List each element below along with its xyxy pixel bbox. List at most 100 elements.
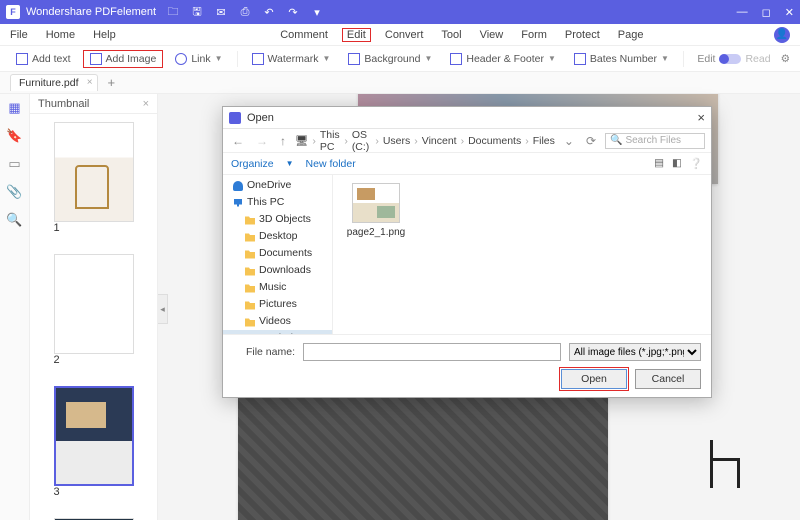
- mode-edit-label: Edit: [697, 53, 715, 65]
- edit-read-toggle[interactable]: [719, 54, 741, 64]
- organize-menu[interactable]: Organize: [231, 158, 274, 170]
- link-icon: [175, 53, 187, 65]
- file-item[interactable]: page2_1.png: [341, 183, 411, 238]
- rail-search-icon[interactable]: 🔍: [7, 212, 23, 228]
- collapse-panel-handle[interactable]: ◂: [158, 294, 168, 324]
- nav-forward-icon[interactable]: →: [253, 134, 271, 148]
- tool-add-image[interactable]: Add Image: [83, 50, 164, 68]
- menu-edit[interactable]: Edit: [342, 28, 371, 42]
- mail-icon[interactable]: ✉: [214, 5, 228, 19]
- page-thumb-1[interactable]: [54, 122, 134, 222]
- open-folder-icon[interactable]: 🗀: [166, 5, 180, 19]
- page-thumb-3[interactable]: [54, 386, 134, 486]
- folder-icon: [245, 317, 255, 327]
- menu-help[interactable]: Help: [93, 29, 116, 41]
- folder-tree[interactable]: OneDriveThis PC3D ObjectsDesktopDocument…: [223, 175, 333, 334]
- tool-bates-number[interactable]: Bates Number▼: [568, 51, 675, 67]
- folder-icon: [245, 249, 255, 259]
- menu-view[interactable]: View: [480, 29, 504, 41]
- tool-watermark[interactable]: Watermark▼: [246, 51, 337, 67]
- view-mode-icon[interactable]: ▤: [654, 157, 664, 170]
- nav-back-icon[interactable]: ←: [229, 134, 247, 148]
- menubar: File Home Help Comment Edit Convert Tool…: [0, 24, 800, 46]
- tool-add-text[interactable]: Add text: [10, 51, 77, 67]
- settings-icon[interactable]: ⚙: [781, 53, 790, 65]
- menu-comment[interactable]: Comment: [280, 29, 328, 41]
- chevron-down-icon: ▼: [215, 54, 223, 63]
- thumbnail-panel: Thumbnail × 1 2 3 4: [30, 94, 158, 520]
- tool-header-footer[interactable]: Header & Footer▼: [444, 51, 562, 67]
- edit-toolbar: Add text Add Image Link▼ Watermark▼ Back…: [0, 46, 800, 72]
- background-icon: [348, 53, 360, 65]
- refresh-icon[interactable]: ⟳: [583, 134, 599, 148]
- app-title: Wondershare PDFelement: [26, 6, 156, 18]
- bates-icon: [574, 53, 586, 65]
- tree-node[interactable]: 3D Objects: [223, 211, 332, 228]
- tab-close-icon[interactable]: ×: [87, 77, 93, 88]
- new-tab-button[interactable]: +: [104, 75, 120, 90]
- preview-pane-icon[interactable]: ◧: [672, 157, 682, 170]
- chevron-down-icon[interactable]: ⌄: [561, 134, 577, 148]
- watermark-icon: [252, 53, 264, 65]
- file-list[interactable]: page2_1.png: [333, 175, 711, 334]
- image-icon: [90, 53, 102, 65]
- chair-graphic: [710, 440, 750, 490]
- breadcrumb[interactable]: 🖥› This PC› OS (C:)› Users› Vincent› Doc…: [295, 129, 555, 153]
- rail-attachments-icon[interactable]: 📎: [7, 184, 23, 200]
- tool-link[interactable]: Link▼: [169, 51, 228, 67]
- tree-node[interactable]: OneDrive: [223, 177, 332, 194]
- menu-home[interactable]: Home: [46, 29, 75, 41]
- tree-node[interactable]: Desktop: [223, 228, 332, 245]
- dialog-title: Open: [247, 112, 274, 124]
- tree-node[interactable]: Music: [223, 279, 332, 296]
- dialog-close-icon[interactable]: ×: [697, 110, 705, 125]
- menu-form[interactable]: Form: [521, 29, 547, 41]
- menu-page[interactable]: Page: [618, 29, 644, 41]
- header-footer-icon: [450, 53, 462, 65]
- tree-node[interactable]: This PC: [223, 194, 332, 211]
- page-thumb-2[interactable]: [54, 254, 134, 354]
- rail-thumbnails-icon[interactable]: ▦: [7, 100, 23, 116]
- tree-node[interactable]: Videos: [223, 313, 332, 330]
- help-icon[interactable]: ❔: [690, 157, 703, 170]
- open-button[interactable]: Open: [561, 369, 627, 389]
- folder-icon: [245, 283, 255, 293]
- menu-convert[interactable]: Convert: [385, 29, 424, 41]
- file-name: page2_1.png: [347, 227, 405, 238]
- tab-furniture[interactable]: Furniture.pdf ×: [10, 74, 98, 91]
- filename-label: File name:: [233, 346, 295, 358]
- tree-node[interactable]: Downloads: [223, 262, 332, 279]
- folder-icon: [245, 215, 255, 225]
- tree-node[interactable]: Documents: [223, 245, 332, 262]
- open-file-dialog: Open × ← → ↑ 🖥› This PC› OS (C:)› Users›…: [222, 106, 712, 398]
- text-icon: [16, 53, 28, 65]
- save-icon[interactable]: 🖫: [190, 5, 204, 19]
- filename-input[interactable]: [303, 343, 561, 361]
- folder-icon: [245, 232, 255, 242]
- tree-node[interactable]: Pictures: [223, 296, 332, 313]
- rail-bookmarks-icon[interactable]: 🔖: [7, 128, 23, 144]
- menu-protect[interactable]: Protect: [565, 29, 600, 41]
- nav-up-icon[interactable]: ↑: [277, 134, 289, 148]
- minimize-icon[interactable]: —: [737, 6, 748, 19]
- filetype-filter[interactable]: All image files (*.jpg;*.png;*.tif;*: [569, 343, 701, 361]
- undo-icon[interactable]: ↶: [262, 5, 276, 19]
- titlebar: F Wondershare PDFelement 🗀 🖫 ✉ ⎙ ↶ ↷ ▾ —…: [0, 0, 800, 24]
- menu-tool[interactable]: Tool: [441, 29, 461, 41]
- folder-icon: [245, 300, 255, 310]
- tool-background[interactable]: Background▼: [342, 51, 438, 67]
- redo-icon[interactable]: ↷: [286, 5, 300, 19]
- panel-close-icon[interactable]: ×: [143, 98, 149, 110]
- close-icon[interactable]: ✕: [785, 6, 794, 19]
- menu-file[interactable]: File: [10, 29, 28, 41]
- cloud-icon: [233, 181, 243, 191]
- cancel-button[interactable]: Cancel: [635, 369, 701, 389]
- pc-icon: 🖥: [295, 134, 308, 147]
- rail-comments-icon[interactable]: ▭: [7, 156, 23, 172]
- dialog-search-input[interactable]: 🔍Search Files: [605, 133, 705, 149]
- new-folder-button[interactable]: New folder: [306, 158, 356, 170]
- print-icon[interactable]: ⎙: [238, 5, 252, 19]
- maximize-icon[interactable]: ◻: [762, 6, 771, 19]
- more-icon[interactable]: ▾: [310, 5, 324, 19]
- user-avatar-icon[interactable]: 👤: [774, 27, 790, 43]
